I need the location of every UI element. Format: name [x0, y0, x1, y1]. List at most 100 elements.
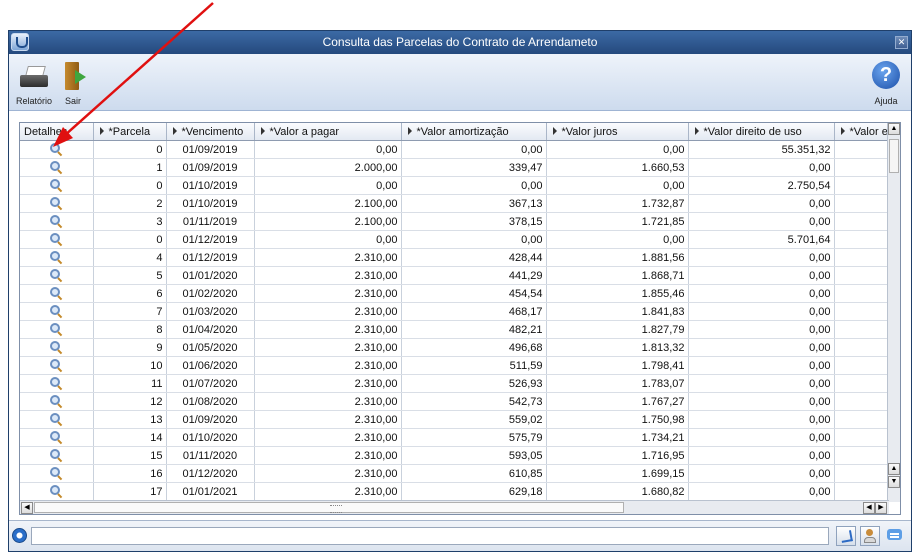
magnifier-icon[interactable]	[49, 215, 63, 228]
column-header-0[interactable]: Detalhes	[20, 123, 94, 141]
scroll-left-button-right[interactable]: ◀	[863, 502, 875, 514]
column-header-label: *Valor amortização	[416, 125, 509, 138]
table-row[interactable]: 10 01/06/2020 2.310,00 511,59 1.798,41 0,00	[20, 356, 889, 375]
magnifier-icon[interactable]	[49, 287, 63, 300]
ajuda-button[interactable]: ? Ajuda	[863, 58, 909, 106]
table-row[interactable]: 9 01/05/2020 2.310,00 496,68 1.813,32 0,00	[20, 338, 889, 357]
magnifier-icon[interactable]	[49, 179, 63, 192]
magnifier-icon[interactable]	[49, 449, 63, 462]
detalhes-cell[interactable]	[20, 464, 94, 483]
table-row[interactable]: 4 01/12/2019 2.310,00 428,44 1.881,56 0,00	[20, 248, 889, 267]
vertical-scrollbar[interactable]: ▲ ▲ ▼	[887, 123, 900, 502]
detalhes-cell[interactable]	[20, 194, 94, 213]
table-row[interactable]: 0 01/10/2019 0,00 0,00 0,00 2.750,54	[20, 176, 889, 195]
detalhes-cell[interactable]	[20, 356, 94, 375]
table-row[interactable]: 0 01/09/2019 0,00 0,00 0,00 55.351,32	[20, 140, 889, 159]
detalhes-cell[interactable]	[20, 482, 94, 501]
detalhes-cell[interactable]	[20, 446, 94, 465]
sair-button[interactable]: Sair	[53, 58, 93, 106]
vertical-scroll-thumb[interactable]	[889, 139, 899, 173]
ajuda-label: Ajuda	[874, 96, 898, 106]
table-cell: 1.767,27	[546, 392, 689, 411]
magnifier-icon[interactable]	[49, 431, 63, 444]
magnifier-icon[interactable]	[49, 323, 63, 336]
table-cell: 5.701,64	[688, 230, 835, 249]
magnifier-icon[interactable]	[49, 413, 63, 426]
magnifier-icon[interactable]	[49, 467, 63, 480]
table-row[interactable]: 16 01/12/2020 2.310,00 610,85 1.699,15 0,00	[20, 464, 889, 483]
column-header-4[interactable]: *Valor amortização	[401, 123, 547, 141]
table-cell: 0,00	[254, 176, 402, 195]
detalhes-cell[interactable]	[20, 320, 94, 339]
detalhes-cell[interactable]	[20, 284, 94, 303]
chat-icon[interactable]	[885, 526, 905, 546]
detalhes-cell[interactable]	[20, 410, 94, 429]
table-cell: 2.310,00	[254, 266, 402, 285]
detalhes-cell[interactable]	[20, 230, 94, 249]
close-button[interactable]: ✕	[895, 36, 908, 49]
column-header-1[interactable]: *Parcela	[93, 123, 167, 141]
table-row[interactable]: 15 01/11/2020 2.310,00 593,05 1.716,95 0,00	[20, 446, 889, 465]
column-header-6[interactable]: *Valor direito de uso	[688, 123, 835, 141]
detalhes-cell[interactable]	[20, 302, 94, 321]
detalhes-cell[interactable]	[20, 338, 94, 357]
table-row[interactable]: 14 01/10/2020 2.310,00 575,79 1.734,21 0,00	[20, 428, 889, 447]
table-row[interactable]: 7 01/03/2020 2.310,00 468,17 1.841,83 0,00	[20, 302, 889, 321]
magnifier-icon[interactable]	[49, 341, 63, 354]
parcelas-table: Detalhes *Parcela *Vencimento *Valor a paga…	[20, 123, 889, 502]
table-row[interactable]: 2 01/10/2019 2.100,00 367,13 1.732,87 0,00	[20, 194, 889, 213]
table-row[interactable]: 3 01/11/2019 2.100,00 378,15 1.721,85 0,00	[20, 212, 889, 231]
user-icon[interactable]	[860, 526, 880, 546]
magnifier-icon[interactable]	[49, 359, 63, 372]
magnifier-icon[interactable]	[49, 233, 63, 246]
detalhes-cell[interactable]	[20, 392, 94, 411]
magnifier-icon[interactable]	[49, 197, 63, 210]
table-cell: 6	[93, 284, 167, 303]
scroll-right-button[interactable]: ▶	[875, 502, 887, 514]
scroll-left-button[interactable]: ◀	[21, 502, 33, 514]
table-row[interactable]: 0 01/12/2019 0,00 0,00 0,00 5.701,64	[20, 230, 889, 249]
table-row[interactable]: 12 01/08/2020 2.310,00 542,73 1.767,27 0,00	[20, 392, 889, 411]
magnifier-icon[interactable]	[49, 251, 63, 264]
table-row[interactable]: 13 01/09/2020 2.310,00 559,02 1.750,98 0,00	[20, 410, 889, 429]
column-header-3[interactable]: *Valor a pagar	[254, 123, 402, 141]
magnifier-icon[interactable]	[49, 377, 63, 390]
horizontal-scrollbar[interactable]: ◀ ◀ ▶	[20, 500, 889, 514]
detalhes-cell[interactable]	[20, 158, 94, 177]
detalhes-cell[interactable]	[20, 140, 94, 159]
table-row[interactable]: 1 01/09/2019 2.000,00 339,47 1.660,53 0,00	[20, 158, 889, 177]
detalhes-cell[interactable]	[20, 176, 94, 195]
toolbar: Relatório Sair ? Ajuda	[9, 54, 911, 111]
column-header-2[interactable]: *Vencimento	[166, 123, 255, 141]
detalhes-cell[interactable]	[20, 212, 94, 231]
column-header-7[interactable]: *Valor em	[834, 123, 889, 141]
sort-arrow-icon	[260, 126, 265, 135]
table-cell: 2.100,00	[254, 212, 402, 231]
magnifier-icon[interactable]	[49, 395, 63, 408]
magnifier-icon[interactable]	[49, 485, 63, 498]
table-row[interactable]: 5 01/01/2020 2.310,00 441,29 1.868,71 0,00	[20, 266, 889, 285]
magnifier-icon[interactable]	[49, 143, 63, 156]
table-row[interactable]: 8 01/04/2020 2.310,00 482,21 1.827,79 0,00	[20, 320, 889, 339]
detalhes-cell[interactable]	[20, 248, 94, 267]
scroll-up-button[interactable]: ▲	[888, 123, 900, 135]
detalhes-cell[interactable]	[20, 428, 94, 447]
detalhes-cell[interactable]	[20, 266, 94, 285]
table-row[interactable]: 11 01/07/2020 2.310,00 526,93 1.783,07 0,00	[20, 374, 889, 393]
resize-icon[interactable]	[836, 526, 856, 546]
detalhes-cell[interactable]	[20, 374, 94, 393]
scroll-up-button-lower[interactable]: ▲	[888, 463, 900, 475]
table-cell: 01/05/2020	[166, 338, 255, 357]
column-header-5[interactable]: *Valor juros	[546, 123, 689, 141]
horizontal-scroll-thumb[interactable]	[34, 502, 624, 513]
relatorio-button[interactable]: Relatório	[11, 58, 57, 106]
magnifier-icon[interactable]	[49, 161, 63, 174]
table-cell: 1.721,85	[546, 212, 689, 231]
table-row[interactable]: 6 01/02/2020 2.310,00 454,54 1.855,46 0,00	[20, 284, 889, 303]
table-cell-empty	[834, 374, 889, 393]
magnifier-icon[interactable]	[49, 305, 63, 318]
table-row[interactable]: 17 01/01/2021 2.310,00 629,18 1.680,82 0,00	[20, 482, 889, 501]
magnifier-icon[interactable]	[49, 269, 63, 282]
scroll-down-button[interactable]: ▼	[888, 476, 900, 488]
table-cell: 17	[93, 482, 167, 501]
